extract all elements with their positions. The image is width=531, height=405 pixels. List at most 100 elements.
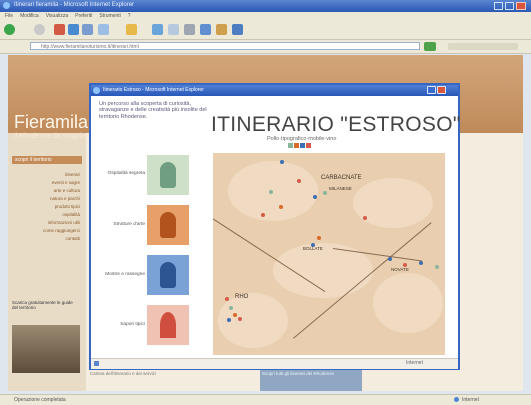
sidebar-link[interactable]: come raggiungerci xyxy=(14,228,80,233)
map-marker[interactable] xyxy=(238,317,242,321)
maximize-icon[interactable] xyxy=(505,2,514,10)
home-icon[interactable] xyxy=(82,24,93,35)
legend-swatch xyxy=(294,143,299,148)
map-marker[interactable] xyxy=(279,205,283,209)
sidebar-link[interactable]: eventi e sagre xyxy=(14,180,80,185)
status-text: Operazione completata xyxy=(14,397,66,403)
minimize-icon[interactable] xyxy=(494,2,503,10)
promo-banner[interactable]: Scopri tutti gli itinerari del Rhodense xyxy=(260,369,362,391)
menu-favorites[interactable]: Preferiti xyxy=(75,13,92,19)
category-label[interactable]: Strutture d'arte xyxy=(97,222,145,227)
address-bar: http://www.fieramilanoturismo.it/itinera… xyxy=(0,40,531,54)
category-image[interactable] xyxy=(147,155,189,195)
menu-bar: File Modifica Visualizza Preferiti Strumenti… xyxy=(0,12,531,21)
popup-minimize-icon[interactable] xyxy=(427,86,436,94)
legend-swatch xyxy=(288,143,293,148)
map-marker[interactable] xyxy=(419,261,423,265)
back-icon[interactable] xyxy=(4,24,15,35)
category-label[interactable]: Sapori tipici xyxy=(97,322,145,327)
mail-icon[interactable] xyxy=(168,24,179,35)
map-marker[interactable] xyxy=(317,236,321,240)
sidebar-link[interactable]: prodotti tipici xyxy=(14,204,80,209)
map-area xyxy=(228,161,318,221)
map-marker[interactable] xyxy=(388,257,392,261)
map-area xyxy=(353,178,433,228)
map-marker[interactable] xyxy=(297,179,301,183)
page-caption: Cartina dell'itinerario e dei servizi xyxy=(90,371,156,376)
map-place-label: RHO xyxy=(235,294,249,300)
popup-titlebar: Itinerario Estroso - Microsoft Internet … xyxy=(91,85,458,96)
legend-swatch xyxy=(300,143,305,148)
page-icon xyxy=(94,361,99,366)
forward-icon[interactable] xyxy=(34,24,45,35)
category-image[interactable] xyxy=(147,255,189,295)
map-marker[interactable] xyxy=(261,213,265,217)
internet-zone-icon xyxy=(454,397,459,402)
map-marker[interactable] xyxy=(269,190,273,194)
sidebar-link[interactable]: natura e parchi xyxy=(14,196,80,201)
itinerary-title: ITINERARIO "ESTROSO" xyxy=(211,113,461,136)
go-button[interactable] xyxy=(424,42,436,51)
sidebar-photo xyxy=(12,325,80,373)
sidebar-link[interactable]: arte e cultura xyxy=(14,188,80,193)
close-icon[interactable] xyxy=(516,2,526,10)
map-place-label: NOVATE xyxy=(391,267,409,272)
itinerary-subtitle: Pollo·tipografico·mobile·vino xyxy=(267,136,337,142)
popup-close-icon[interactable] xyxy=(437,86,446,94)
map-marker[interactable] xyxy=(435,265,439,269)
map-area xyxy=(373,273,443,333)
map-marker[interactable] xyxy=(363,216,367,220)
sidebar-link[interactable]: contatti xyxy=(14,236,80,241)
popup-title: Itinerario Estroso - Microsoft Internet … xyxy=(103,87,204,93)
popup-status-zone: Internet xyxy=(406,360,423,366)
map-marker[interactable] xyxy=(403,263,407,267)
category-label[interactable]: Ospitalità segreta xyxy=(97,171,145,176)
sidebar-link[interactable]: itinerari xyxy=(14,172,80,177)
map-marker[interactable] xyxy=(313,195,317,199)
category-label[interactable]: Mostre e rassegne xyxy=(97,272,145,277)
sidebar-promo-text[interactable]: Scarica gratuitamente le guide del terri… xyxy=(12,300,80,310)
sidebar-section-tag: scopri il territorio xyxy=(12,156,82,164)
map-place-label: MILANESE xyxy=(329,186,352,191)
ie-icon xyxy=(93,87,100,94)
map-marker[interactable] xyxy=(233,313,237,317)
print-icon[interactable] xyxy=(184,24,195,35)
map-marker[interactable] xyxy=(323,191,327,195)
stop-icon[interactable] xyxy=(54,24,65,35)
popup-statusbar: Internet xyxy=(91,358,458,369)
popup-window: Itinerario Estroso - Microsoft Internet … xyxy=(89,83,460,370)
map-marker[interactable] xyxy=(227,318,231,322)
links-toolbar[interactable] xyxy=(448,43,518,50)
discuss-icon[interactable] xyxy=(216,24,227,35)
map-marker[interactable] xyxy=(280,160,284,164)
messenger-icon[interactable] xyxy=(232,24,243,35)
menu-edit[interactable]: Modifica xyxy=(20,13,39,19)
map-marker[interactable] xyxy=(311,243,315,247)
refresh-icon[interactable] xyxy=(68,24,79,35)
search-icon[interactable] xyxy=(98,24,109,35)
site-tagline: il Rhodense da scoprire xyxy=(14,133,88,140)
category-image[interactable] xyxy=(147,305,189,345)
edit-icon[interactable] xyxy=(200,24,211,35)
menu-help[interactable]: ? xyxy=(128,13,131,19)
sidebar-link[interactable]: informazioni utili xyxy=(14,220,80,225)
category-image[interactable] xyxy=(147,205,189,245)
intro-text: Un percorso alla scoperta di curiosità, … xyxy=(99,101,207,120)
itinerary-map[interactable]: CARBACNATE MILANESE BOLLATE RHO NOVATE xyxy=(213,153,445,355)
map-marker[interactable] xyxy=(225,297,229,301)
map-place-label: CARBACNATE xyxy=(321,175,362,181)
menu-file[interactable]: File xyxy=(5,13,13,19)
legend-swatch xyxy=(306,143,311,148)
menu-tools[interactable]: Strumenti xyxy=(99,13,120,19)
history-icon[interactable] xyxy=(152,24,163,35)
favorites-icon[interactable] xyxy=(126,24,137,35)
ie-icon xyxy=(3,2,10,9)
site-logo-text[interactable]: Fieramila xyxy=(14,112,88,133)
address-input[interactable]: http://www.fieramilanoturismo.it/itinera… xyxy=(30,42,420,50)
sidebar-link[interactable]: ospitalità xyxy=(14,212,80,217)
toolbar xyxy=(0,21,531,40)
map-marker[interactable] xyxy=(229,306,233,310)
menu-view[interactable]: Visualizza xyxy=(46,13,68,19)
browser-titlebar: Itinerari fieramila - Microsoft Internet… xyxy=(0,0,531,12)
browser-title: Itinerari fieramila - Microsoft Internet… xyxy=(14,2,135,8)
